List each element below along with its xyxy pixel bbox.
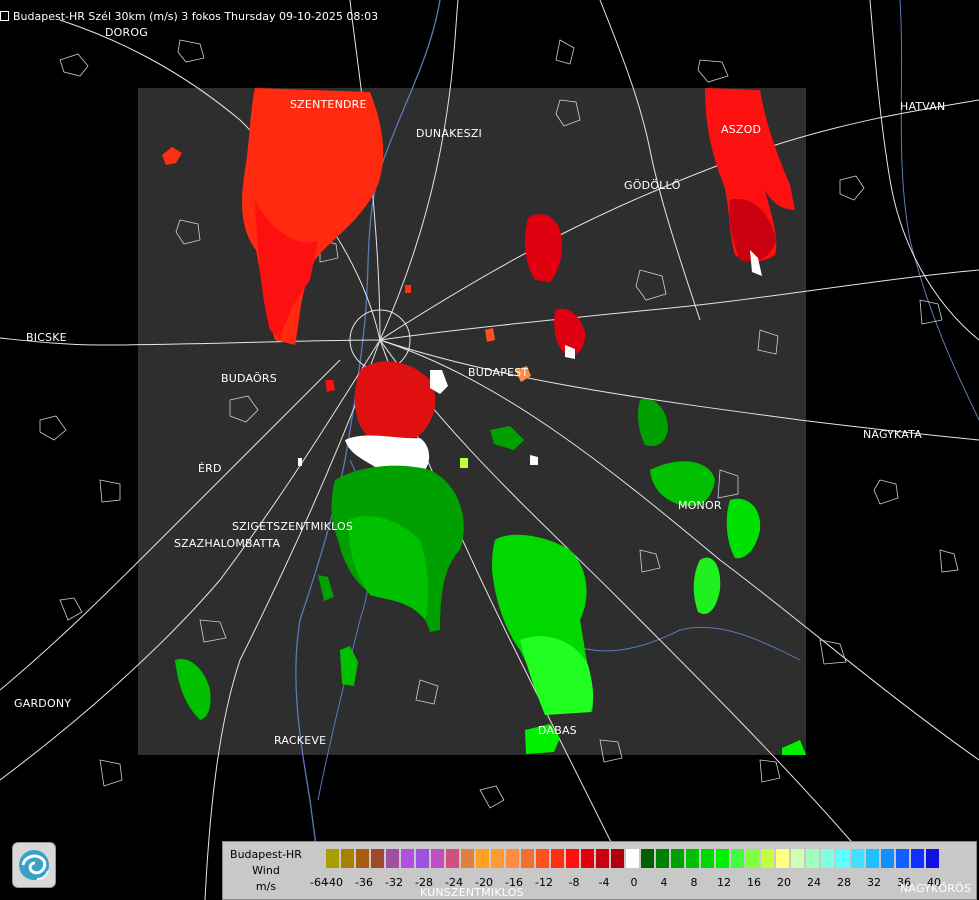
legend-swatch <box>341 849 355 868</box>
legend-tick-label: -12 <box>535 876 553 889</box>
legend-swatch <box>821 849 835 868</box>
legend-swatch <box>506 849 520 868</box>
place-label-nagykoros: NAGYKŐRÖS <box>900 882 972 895</box>
place-label-budapest: BUDAPEST <box>468 366 529 379</box>
legend-swatch <box>896 849 910 868</box>
legend-tick-label: 4 <box>660 876 668 889</box>
legend-swatch <box>476 849 490 868</box>
legend-swatch <box>686 849 700 868</box>
color-legend: Budapest-HR Wind m/s -64 -40 -36 -32 -28 -24-… <box>222 841 977 900</box>
legend-tick-label: 32 <box>867 876 881 889</box>
legend-swatch <box>866 849 880 868</box>
legend-swatch <box>656 849 670 868</box>
legend-tick-label: 16 <box>747 876 761 889</box>
legend-swatch <box>371 849 385 868</box>
legend-tick-label: -4 <box>598 876 610 889</box>
legend-swatch <box>416 849 430 868</box>
legend-tick-label: -40 <box>325 876 343 889</box>
radar-coverage-area <box>138 88 806 755</box>
legend-swatch <box>761 849 775 868</box>
legend-tick-label: 8 <box>690 876 698 889</box>
place-label-dunakeszi: DUNAKESZI <box>416 127 483 140</box>
legend-swatch <box>566 849 580 868</box>
map-title-text: Budapest-HR Szél 30km (m/s) 3 fokos Thur… <box>13 10 379 23</box>
legend-swatch <box>461 849 475 868</box>
place-label-hatvan: HATVAN <box>900 100 946 113</box>
place-label-dorog: DOROG <box>105 26 148 39</box>
legend-swatch <box>881 849 895 868</box>
legend-swatch <box>806 849 820 868</box>
legend-swatch <box>431 849 445 868</box>
legend-swatch <box>671 849 685 868</box>
map-title: Budapest-HR Szél 30km (m/s) 3 fokos Thur… <box>0 10 378 23</box>
legend-tick-label: 12 <box>717 876 731 889</box>
legend-swatch <box>716 849 730 868</box>
legend-swatch <box>551 849 565 868</box>
river-east <box>899 0 979 421</box>
place-label-budaors: BUDAÖRS <box>221 372 277 385</box>
legend-unit: m/s <box>255 880 277 893</box>
legend-swatch <box>596 849 610 868</box>
legend-tick-label: -8 <box>568 876 580 889</box>
legend-swatch <box>446 849 460 868</box>
legend-tick-label: 0 <box>630 876 638 889</box>
legend-swatch <box>611 849 625 868</box>
place-label-godollo: GÖDÖLLŐ <box>624 179 681 192</box>
legend-swatch <box>701 849 715 868</box>
legend-station: Budapest-HR <box>230 848 302 861</box>
legend-swatch <box>776 849 790 868</box>
place-label-bicske: BICSKE <box>26 331 67 344</box>
place-label-erd: ÉRD <box>198 462 222 475</box>
met-service-logo <box>12 842 56 888</box>
legend-swatch <box>836 849 850 868</box>
legend-swatch <box>581 849 595 868</box>
legend-tick-label: -36 <box>355 876 373 889</box>
legend-swatch <box>731 849 745 868</box>
place-label-kunszentmiklos: KUNSZENTMIKLOS <box>420 886 524 899</box>
legend-swatch <box>326 849 340 868</box>
legend-tick-label: 28 <box>837 876 851 889</box>
radar-map <box>0 0 979 900</box>
place-label-szigetszentmiklos: SZIGETSZENTMIKLOS <box>232 520 354 533</box>
legend-tick-label: -32 <box>385 876 403 889</box>
swirl-logo-icon <box>19 850 49 880</box>
place-label-szentendre: SZENTENDRE <box>290 98 367 111</box>
place-label-nagykata: NAGYKATA <box>863 428 922 441</box>
legend-swatch <box>851 849 865 868</box>
legend-quantity: Wind <box>252 864 280 877</box>
legend-swatch <box>926 849 940 868</box>
legend-swatch <box>521 849 535 868</box>
legend-swatch <box>356 849 370 868</box>
place-label-gardony: GARDONY <box>14 697 72 710</box>
legend-tick-label: 24 <box>807 876 821 889</box>
place-label-aszod: ASZOD <box>721 123 762 136</box>
legend-swatch <box>911 849 925 868</box>
legend-swatch <box>746 849 760 868</box>
legend-swatch <box>311 849 325 868</box>
legend-swatch <box>386 849 400 868</box>
legend-tick-label: 20 <box>777 876 791 889</box>
place-label-rackeve: RACKEVE <box>274 734 327 747</box>
place-label-dabas: DABAS <box>538 724 577 737</box>
legend-swatch <box>641 849 655 868</box>
legend-swatch <box>491 849 505 868</box>
document-icon <box>0 11 9 21</box>
place-label-szazhalombatta: SZAZHALOMBATTA <box>174 537 281 550</box>
place-label-monor: MONOR <box>678 499 722 512</box>
legend-swatch <box>536 849 550 868</box>
legend-swatch <box>791 849 805 868</box>
legend-swatch <box>626 849 640 868</box>
legend-swatch <box>401 849 415 868</box>
